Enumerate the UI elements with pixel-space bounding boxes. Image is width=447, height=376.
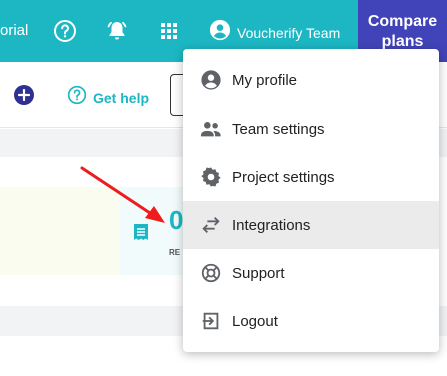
menu-item-label: Integrations (232, 216, 311, 234)
menu-item-label: Logout (232, 312, 278, 330)
menu-item-support[interactable]: Support (183, 249, 439, 297)
gear-icon (200, 166, 222, 188)
logout-icon (200, 310, 222, 332)
menu-item-team-settings[interactable]: Team settings (183, 105, 439, 153)
account-circle-icon (200, 69, 222, 91)
menu-item-integrations[interactable]: Integrations (183, 201, 439, 249)
people-icon (200, 118, 222, 140)
menu-item-label: My profile (232, 71, 298, 89)
lifebuoy-icon (200, 262, 222, 284)
swap-arrows-icon (200, 214, 222, 236)
menu-item-label: Team settings (232, 120, 325, 138)
menu-item-project-settings[interactable]: Project settings (183, 153, 439, 201)
menu-item-logout[interactable]: Logout (183, 297, 439, 345)
menu-item-label: Project settings (232, 168, 335, 186)
menu-item-my-profile[interactable]: My profile (183, 56, 439, 104)
menu-item-label: Support (232, 264, 285, 282)
user-dropdown-menu: My profile Team settings Project setting… (183, 49, 439, 352)
